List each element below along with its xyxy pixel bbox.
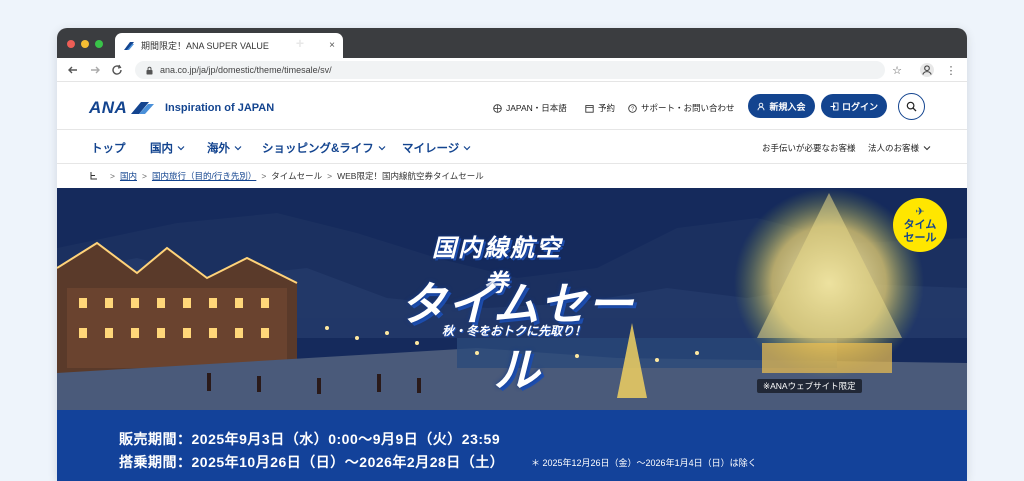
chevron-down-icon bbox=[234, 146, 242, 151]
assistance-link[interactable]: お手伝いが必要なお客様 bbox=[762, 142, 856, 154]
join-button[interactable]: 新規入会 bbox=[748, 94, 815, 118]
breadcrumb: > 国内 > 国内旅行（目的/行き先別） > タイムセール > WEB限定！国内… bbox=[57, 163, 967, 187]
badge-line1: タイム bbox=[903, 219, 937, 232]
back-button[interactable] bbox=[65, 62, 81, 78]
reserve-link[interactable]: 予約 bbox=[585, 102, 615, 114]
sale-period: 販売期間：2025年9月3日（水）0:00〜9月9日（火）23:59 bbox=[119, 431, 501, 447]
bookmark-star-icon[interactable]: ☆ bbox=[889, 62, 905, 78]
logo-text: ANA bbox=[89, 98, 128, 117]
reserve-label: 予約 bbox=[598, 103, 616, 113]
forward-button[interactable] bbox=[87, 62, 103, 78]
ana-favicon-icon bbox=[124, 41, 134, 50]
tab-bar: 期間限定！ANA SUPER VALUE × + bbox=[57, 28, 967, 58]
breadcrumb-domestic-travel[interactable]: 国内旅行（目的/行き先別） bbox=[152, 170, 256, 182]
badge-line2: セール bbox=[903, 231, 937, 244]
ana-logo[interactable]: ANA bbox=[89, 98, 155, 118]
svg-text:?: ? bbox=[631, 106, 634, 112]
breadcrumb-domestic[interactable]: 国内 bbox=[120, 170, 137, 182]
help-icon: ? bbox=[628, 103, 637, 113]
global-nav: トップ 国内 海外 ショッピング&ライフ マイレージ お手伝いが必要なお客様 法… bbox=[57, 129, 967, 163]
minimize-window-button[interactable] bbox=[81, 40, 89, 48]
chevron-down-icon bbox=[463, 146, 471, 151]
calendar-icon bbox=[585, 104, 594, 113]
tagline: Inspiration of JAPAN bbox=[165, 102, 275, 114]
support-link[interactable]: ? サポート・お問い合わせ bbox=[628, 102, 735, 114]
corporate-label: 法人のお客様 bbox=[868, 143, 920, 153]
boarding-period: 搭乗期間：2025年10月26日（日）〜2026年2月28日（土） bbox=[119, 454, 505, 470]
site-search-button[interactable] bbox=[898, 93, 925, 120]
login-icon bbox=[830, 102, 839, 110]
hero-banner[interactable]: 国内線航空券 タイムセール 秋・冬をおトクに先取り！ ✈ タイム セール ※AN… bbox=[57, 188, 967, 410]
user-add-icon bbox=[758, 102, 765, 110]
arrow-left-icon bbox=[68, 66, 77, 74]
breadcrumb-current: WEB限定！国内線航空券タイムセール bbox=[337, 170, 484, 181]
nav-item-shopping[interactable]: ショッピング&ライフ bbox=[262, 140, 386, 156]
nav-mileage-label: マイレージ bbox=[402, 143, 460, 155]
site-header: ANA Inspiration of JAPAN JAPAN・日本語 予約 ? … bbox=[57, 83, 967, 129]
arrow-right-icon bbox=[91, 66, 100, 74]
tab-close-icon[interactable]: × bbox=[329, 40, 335, 51]
login-label: ログイン bbox=[841, 101, 878, 112]
airplane-icon: ✈ bbox=[915, 205, 925, 218]
search-icon bbox=[906, 101, 917, 112]
support-label: サポート・お問い合わせ bbox=[641, 103, 735, 113]
breadcrumb-separator: > bbox=[327, 170, 333, 181]
nav-item-mileage[interactable]: マイレージ bbox=[402, 140, 471, 156]
language-link[interactable]: JAPAN・日本語 bbox=[493, 102, 567, 114]
close-window-button[interactable] bbox=[67, 40, 75, 48]
ana-wing-icon bbox=[131, 102, 155, 114]
browser-tab[interactable]: 期間限定！ANA SUPER VALUE × bbox=[115, 33, 343, 58]
reload-icon bbox=[112, 64, 122, 75]
chevron-down-icon bbox=[378, 146, 386, 151]
profile-icon[interactable] bbox=[919, 62, 935, 78]
nav-international-label: 海外 bbox=[207, 143, 230, 155]
breadcrumb-timesale: タイムセール bbox=[271, 170, 323, 181]
new-tab-button[interactable]: + bbox=[293, 35, 307, 51]
address-bar: ana.co.jp/ja/jp/domestic/theme/timesale/… bbox=[57, 58, 967, 82]
web-only-label: ※ANAウェブサイト限定 bbox=[757, 379, 862, 393]
globe-icon bbox=[493, 103, 502, 113]
reload-button[interactable] bbox=[109, 62, 125, 78]
browser-menu-icon[interactable]: ⋮ bbox=[945, 62, 957, 78]
nav-domestic-label: 国内 bbox=[150, 143, 173, 155]
maximize-window-button[interactable] bbox=[95, 40, 103, 48]
corporate-link[interactable]: 法人のお客様 bbox=[868, 142, 931, 154]
join-label: 新規入会 bbox=[769, 101, 806, 112]
breadcrumb-separator: > bbox=[110, 170, 115, 181]
excluded-dates-note: ＊ 2025年12月26日（金）〜2026年1月4日（日）は除く bbox=[531, 458, 757, 468]
timesale-badge: ✈ タイム セール bbox=[893, 198, 947, 252]
nav-item-domestic[interactable]: 国内 bbox=[150, 140, 185, 156]
nav-item-top[interactable]: トップ bbox=[91, 140, 126, 156]
language-label: JAPAN・日本語 bbox=[506, 103, 567, 113]
url-text: ana.co.jp/ja/jp/domestic/theme/timesale/… bbox=[160, 65, 332, 75]
breadcrumb-separator: > bbox=[261, 170, 267, 181]
chevron-down-icon bbox=[923, 146, 931, 151]
chevron-down-icon bbox=[177, 146, 185, 151]
breadcrumb-separator: > bbox=[141, 170, 147, 181]
browser-window: 期間限定！ANA SUPER VALUE × + ana.co.jp/ja/jp… bbox=[57, 28, 967, 481]
sale-info-banner: 販売期間：2025年9月3日（水）0:00〜9月9日（火）23:59 搭乗期間：… bbox=[57, 410, 967, 481]
hero-subtitle: 秋・冬をおトクに先取り！ bbox=[441, 324, 586, 338]
url-field[interactable]: ana.co.jp/ja/jp/domestic/theme/timesale/… bbox=[135, 61, 885, 79]
nav-shopping-label: ショッピング&ライフ bbox=[262, 143, 374, 155]
nav-item-international[interactable]: 海外 bbox=[207, 140, 242, 156]
sitemap-icon bbox=[90, 171, 97, 179]
login-button[interactable]: ログイン bbox=[821, 94, 887, 118]
lock-icon bbox=[146, 66, 153, 74]
